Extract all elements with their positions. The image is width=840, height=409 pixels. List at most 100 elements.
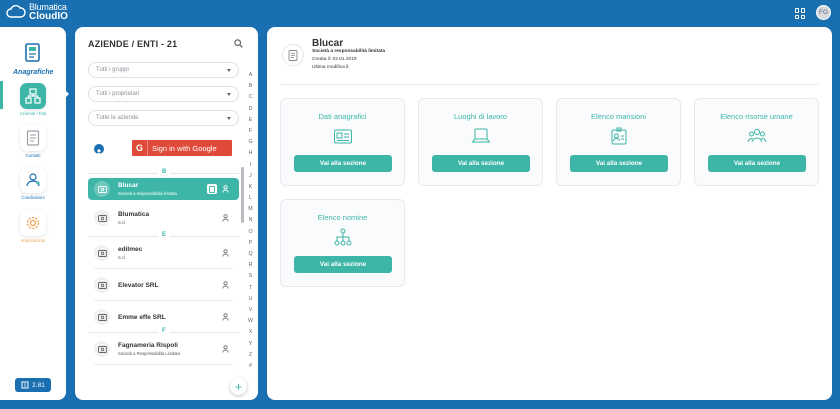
- company-legal-form: Società a responsabilità limitata: [312, 49, 386, 54]
- chevron-down-icon: [227, 93, 231, 96]
- share-icon: [20, 167, 46, 193]
- groups-select[interactable]: Tutti i gruppi: [88, 62, 239, 78]
- alphabet-letter[interactable]: Y: [246, 339, 255, 350]
- letter-divider-label: F: [158, 328, 170, 334]
- alphabet-index: A B C D E F G H I J K L M N O P Q R S T U V W X Y Z #: [246, 70, 255, 372]
- sidebar-item-impostazioni[interactable]: Impostazioni: [18, 210, 48, 243]
- person-icon[interactable]: [222, 313, 229, 321]
- list-title: AZIENDE / ENTI - 21: [88, 39, 178, 49]
- alphabet-letter[interactable]: S: [246, 271, 255, 282]
- go-to-section-button[interactable]: Vai alla sezione: [432, 155, 530, 172]
- gear-icon: [20, 210, 46, 236]
- app-logo[interactable]: Blumatica CloudIO: [6, 3, 68, 22]
- alphabet-letter[interactable]: Z: [246, 350, 255, 361]
- go-to-section-button[interactable]: Vai alla sezione: [708, 155, 806, 172]
- alphabet-letter[interactable]: F: [246, 126, 255, 137]
- sidebar-item-condivisioni[interactable]: Condivisioni: [18, 167, 48, 200]
- list-item[interactable]: Emme effe SRL: [88, 306, 239, 328]
- list-item[interactable]: Elevator SRL: [88, 274, 239, 296]
- id-card-icon: [334, 129, 352, 144]
- address-book-icon: [25, 43, 40, 62]
- workplace-icon: [471, 128, 491, 143]
- alphabet-letter[interactable]: B: [246, 81, 255, 92]
- alphabet-letter[interactable]: H: [246, 148, 255, 159]
- letter-divider-label: E: [158, 232, 171, 238]
- alphabet-letter[interactable]: X: [246, 327, 255, 338]
- apps-grid-icon[interactable]: [795, 8, 806, 19]
- alphabet-letter[interactable]: U: [246, 294, 255, 305]
- avatar[interactable]: FG: [816, 5, 831, 20]
- alphabet-letter[interactable]: K: [246, 182, 255, 193]
- list-scrollbar[interactable]: [241, 167, 244, 223]
- person-icon[interactable]: [222, 185, 229, 193]
- alphabet-letter[interactable]: A: [246, 70, 255, 81]
- owners-select[interactable]: Tutti i proprietari: [88, 86, 239, 102]
- go-to-section-button[interactable]: Vai alla sezione: [294, 256, 392, 273]
- alphabet-letter[interactable]: O: [246, 227, 255, 238]
- alphabet-letter[interactable]: #: [246, 361, 255, 372]
- copy-icon[interactable]: [207, 184, 217, 194]
- list-item[interactable]: edilmec S.r.l.: [88, 242, 239, 264]
- go-to-section-button[interactable]: Vai alla sezione: [294, 155, 392, 172]
- list-item[interactable]: Blumatica S.r.l.: [88, 207, 239, 229]
- alphabet-letter[interactable]: J: [246, 171, 255, 182]
- groups-select-value: Tutti i gruppi: [96, 67, 129, 73]
- person-icon[interactable]: [222, 249, 229, 257]
- alphabet-letter[interactable]: I: [246, 160, 255, 171]
- alphabet-letter[interactable]: V: [246, 305, 255, 316]
- alphabet-letter[interactable]: L: [246, 193, 255, 204]
- alphabet-letter[interactable]: W: [246, 316, 255, 327]
- company-name: Emme effe SRL: [118, 314, 166, 321]
- card-elenco-nomine: Elenco nomine Vai alla sezione: [280, 199, 405, 287]
- contacts-icon: [20, 125, 46, 151]
- person-icon[interactable]: [222, 214, 229, 222]
- alphabet-letter[interactable]: D: [246, 104, 255, 115]
- go-to-section-button[interactable]: Vai alla sezione: [570, 155, 668, 172]
- sidebar-item-aziende[interactable]: Aziende / Enti: [18, 83, 48, 116]
- letter-divider-e: E: [88, 232, 239, 238]
- list-item[interactable]: Fagnameria Rispoli Società a Responsabil…: [88, 338, 239, 360]
- company-icon: [94, 181, 110, 197]
- alphabet-letter[interactable]: Q: [246, 249, 255, 260]
- sidebar-item-contatti[interactable]: Contatti: [18, 125, 48, 158]
- alphabet-letter[interactable]: N: [246, 215, 255, 226]
- module-anagrafiche[interactable]: Anagrafiche: [13, 43, 53, 76]
- user-icon: [94, 144, 104, 155]
- card-luoghi-di-lavoro: Luoghi di lavoro Vai alla sezione: [418, 98, 543, 186]
- google-signin-button[interactable]: G Sign in with Google: [132, 140, 232, 156]
- card-title: Elenco mansioni: [590, 112, 647, 121]
- companies-select[interactable]: Tutte le aziende: [88, 110, 239, 126]
- letter-divider-label: B: [158, 169, 171, 175]
- alphabet-letter[interactable]: M: [246, 204, 255, 215]
- sidebar-item-label: Condivisioni: [21, 195, 45, 200]
- created-date: Creata il: 02.01.2019: [312, 57, 357, 62]
- top-bar: Blumatica CloudIO FG: [0, 0, 840, 26]
- card-dati-anagrafici: Dati anagrafici Vai alla sezione: [280, 98, 405, 186]
- company-name: Blucar: [118, 182, 139, 189]
- company-name: Fagnameria Rispoli: [118, 342, 178, 349]
- google-icon: G: [132, 140, 148, 156]
- alphabet-letter[interactable]: E: [246, 115, 255, 126]
- person-icon[interactable]: [222, 281, 229, 289]
- company-icon: [94, 277, 110, 293]
- alphabet-letter[interactable]: R: [246, 260, 255, 271]
- alphabet-letter[interactable]: P: [246, 238, 255, 249]
- person-icon[interactable]: [222, 345, 229, 353]
- app-name-line2: CloudIO: [29, 11, 68, 22]
- badge-icon: [611, 127, 627, 145]
- company-icon: [94, 245, 110, 261]
- header-divider: [281, 84, 819, 85]
- card-elenco-mansioni: Elenco mansioni Vai alla sezione: [556, 98, 681, 186]
- chevron-down-icon: [227, 69, 231, 72]
- list-item[interactable]: Blucar Società a responsabilità limitata: [88, 178, 239, 200]
- sidebar: Anagrafiche Aziende / Enti Contatti Cond…: [0, 27, 66, 400]
- alphabet-letter[interactable]: T: [246, 283, 255, 294]
- alphabet-letter[interactable]: C: [246, 92, 255, 103]
- row-divider: [94, 268, 233, 269]
- search-icon[interactable]: [234, 39, 243, 48]
- chevron-down-icon: [227, 117, 231, 120]
- version-badge[interactable]: 2.81: [15, 378, 51, 392]
- add-company-button[interactable]: +: [230, 378, 247, 395]
- people-icon: [747, 129, 767, 143]
- alphabet-letter[interactable]: G: [246, 137, 255, 148]
